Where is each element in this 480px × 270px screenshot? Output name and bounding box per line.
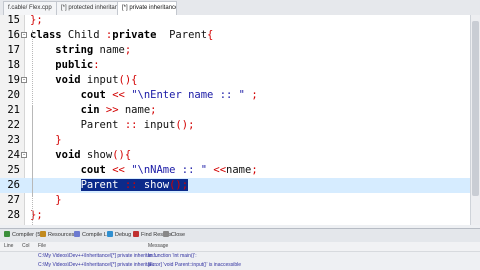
code-text: cin >> name; [80,104,157,116]
code-line-26[interactable]: 26 Parent :: show(); [0,178,470,193]
code-line-21[interactable]: 21 cin >> name; [0,103,470,118]
column-file: File [38,243,47,249]
code-line-25[interactable]: 25 cout << "\nNAme :: " <<name; [0,163,470,178]
ide-window: f.cable/ Flex.cpp [*] protected inherita… [0,0,480,270]
line-number: 26 [7,179,20,191]
code-line-18[interactable]: 18 public: [0,58,470,73]
code-line-15[interactable]: 15}; [0,15,470,28]
line-number: 17 [7,44,20,56]
tab-file-3-active[interactable]: [*] private inheritance.cpp [117,1,177,15]
code-line-17[interactable]: 17 string name; [0,43,470,58]
code-text: cout << "\nNAme :: " <<name; [80,164,258,176]
code-text: } [55,194,62,206]
panel-tab-resources[interactable]: Resources [40,230,74,241]
panel-tab-compiler[interactable]: Compiler (5) [4,230,42,241]
message-file: C:\My Videos\Dev++\Inheritance\[*] priva… [38,253,158,259]
tab-file-2[interactable]: [*] protected inheritance.cpp [56,1,122,15]
code-text: } [55,134,62,146]
code-editor[interactable]: 15}; 16- class Child :private Parent{17 st… [0,15,470,225]
panel-tab-close[interactable]: Close [163,230,185,241]
column-col: Col [22,243,30,249]
line-number: 29 [0,223,20,225]
code-text: }; [30,15,43,26]
panel-tab-label: Close [171,232,186,238]
fold-toggle-icon[interactable]: - [21,32,27,38]
panel-tab-label: Resources [48,232,75,238]
column-message: Message [148,243,169,249]
panel-tab-icon [133,231,139,237]
editor-vertical-scrollbar[interactable] [470,15,480,225]
fold-toggle-icon[interactable]: - [21,77,27,83]
code-line-24[interactable]: 24- void show(){ [0,148,470,163]
code-line-29[interactable]: 29 [0,223,470,225]
code-text: class Child :private Parent{ [30,29,214,41]
line-number: 22 [7,119,20,131]
panel-tab-icon [40,231,46,237]
column-line: Line [4,243,14,249]
code-text: Parent :: show(); [80,179,189,191]
line-number: 18 [7,59,20,71]
bottom-panel-tabs: Compiler (5) Resources Compile Log Debug Fin… [0,228,480,243]
line-number: 16 [7,29,20,41]
message-row[interactable]: C:\My Videos\Dev++\Inheritance\[*] priva… [0,261,480,269]
fold-toggle-icon[interactable]: - [21,152,27,158]
message-text: [Error] 'void Parent::input()' is inacce… [148,262,242,268]
panel-tab-icon [4,231,10,237]
code-line-23[interactable]: 23 } [0,133,470,148]
code-text: public: [55,59,100,71]
indent-guide [32,195,33,225]
code-line-28[interactable]: 28}; [0,208,470,223]
line-number: 25 [7,164,20,176]
panel-tab-label: Debug [115,232,132,238]
messages-header: Line Col File Message [0,242,480,252]
message-text: In function 'int main()': [148,253,197,259]
panel-tab-icon [74,231,80,237]
panel-tab-debug[interactable]: Debug [107,230,131,241]
code-line-20[interactable]: 20 cout << "\nEnter name :: " ; [0,88,470,103]
line-number: 27 [7,194,20,206]
line-number: 23 [7,134,20,146]
scrollbar-thumb[interactable] [472,21,479,196]
message-row[interactable]: C:\My Videos\Dev++\Inheritance\[*] priva… [0,252,480,260]
line-number: 28 [7,209,20,221]
line-number: 24 [7,149,20,161]
code-text: cout << "\nEnter name :: " ; [80,89,258,101]
panel-tab-icon [163,231,169,237]
code-text: Parent :: input(); [30,119,195,131]
code-line-16[interactable]: 16- class Child :private Parent{ [0,28,470,43]
tab-file-1[interactable]: f.cable/ Flex.cpp [3,1,61,15]
code-line-19[interactable]: 19- void input(){ [0,73,470,88]
line-number: 15 [7,15,20,26]
line-number: 20 [7,89,20,101]
code-text: void input(){ [55,74,138,86]
code-line-22[interactable]: 22 Parent :: input(); [0,118,470,133]
line-number: 21 [7,104,20,116]
code-text: void show(){ [55,149,132,161]
panel-tab-icon [107,231,113,237]
editor-tab-bar: f.cable/ Flex.cpp [*] protected inherita… [0,0,480,16]
line-number: 19 [7,74,20,86]
panel-tab-label: Compiler (5) [12,232,43,238]
code-text: string name; [55,44,132,56]
message-file: C:\My Videos\Dev++\Inheritance\[*] priva… [38,262,158,268]
code-line-27[interactable]: 27 } [0,193,470,208]
